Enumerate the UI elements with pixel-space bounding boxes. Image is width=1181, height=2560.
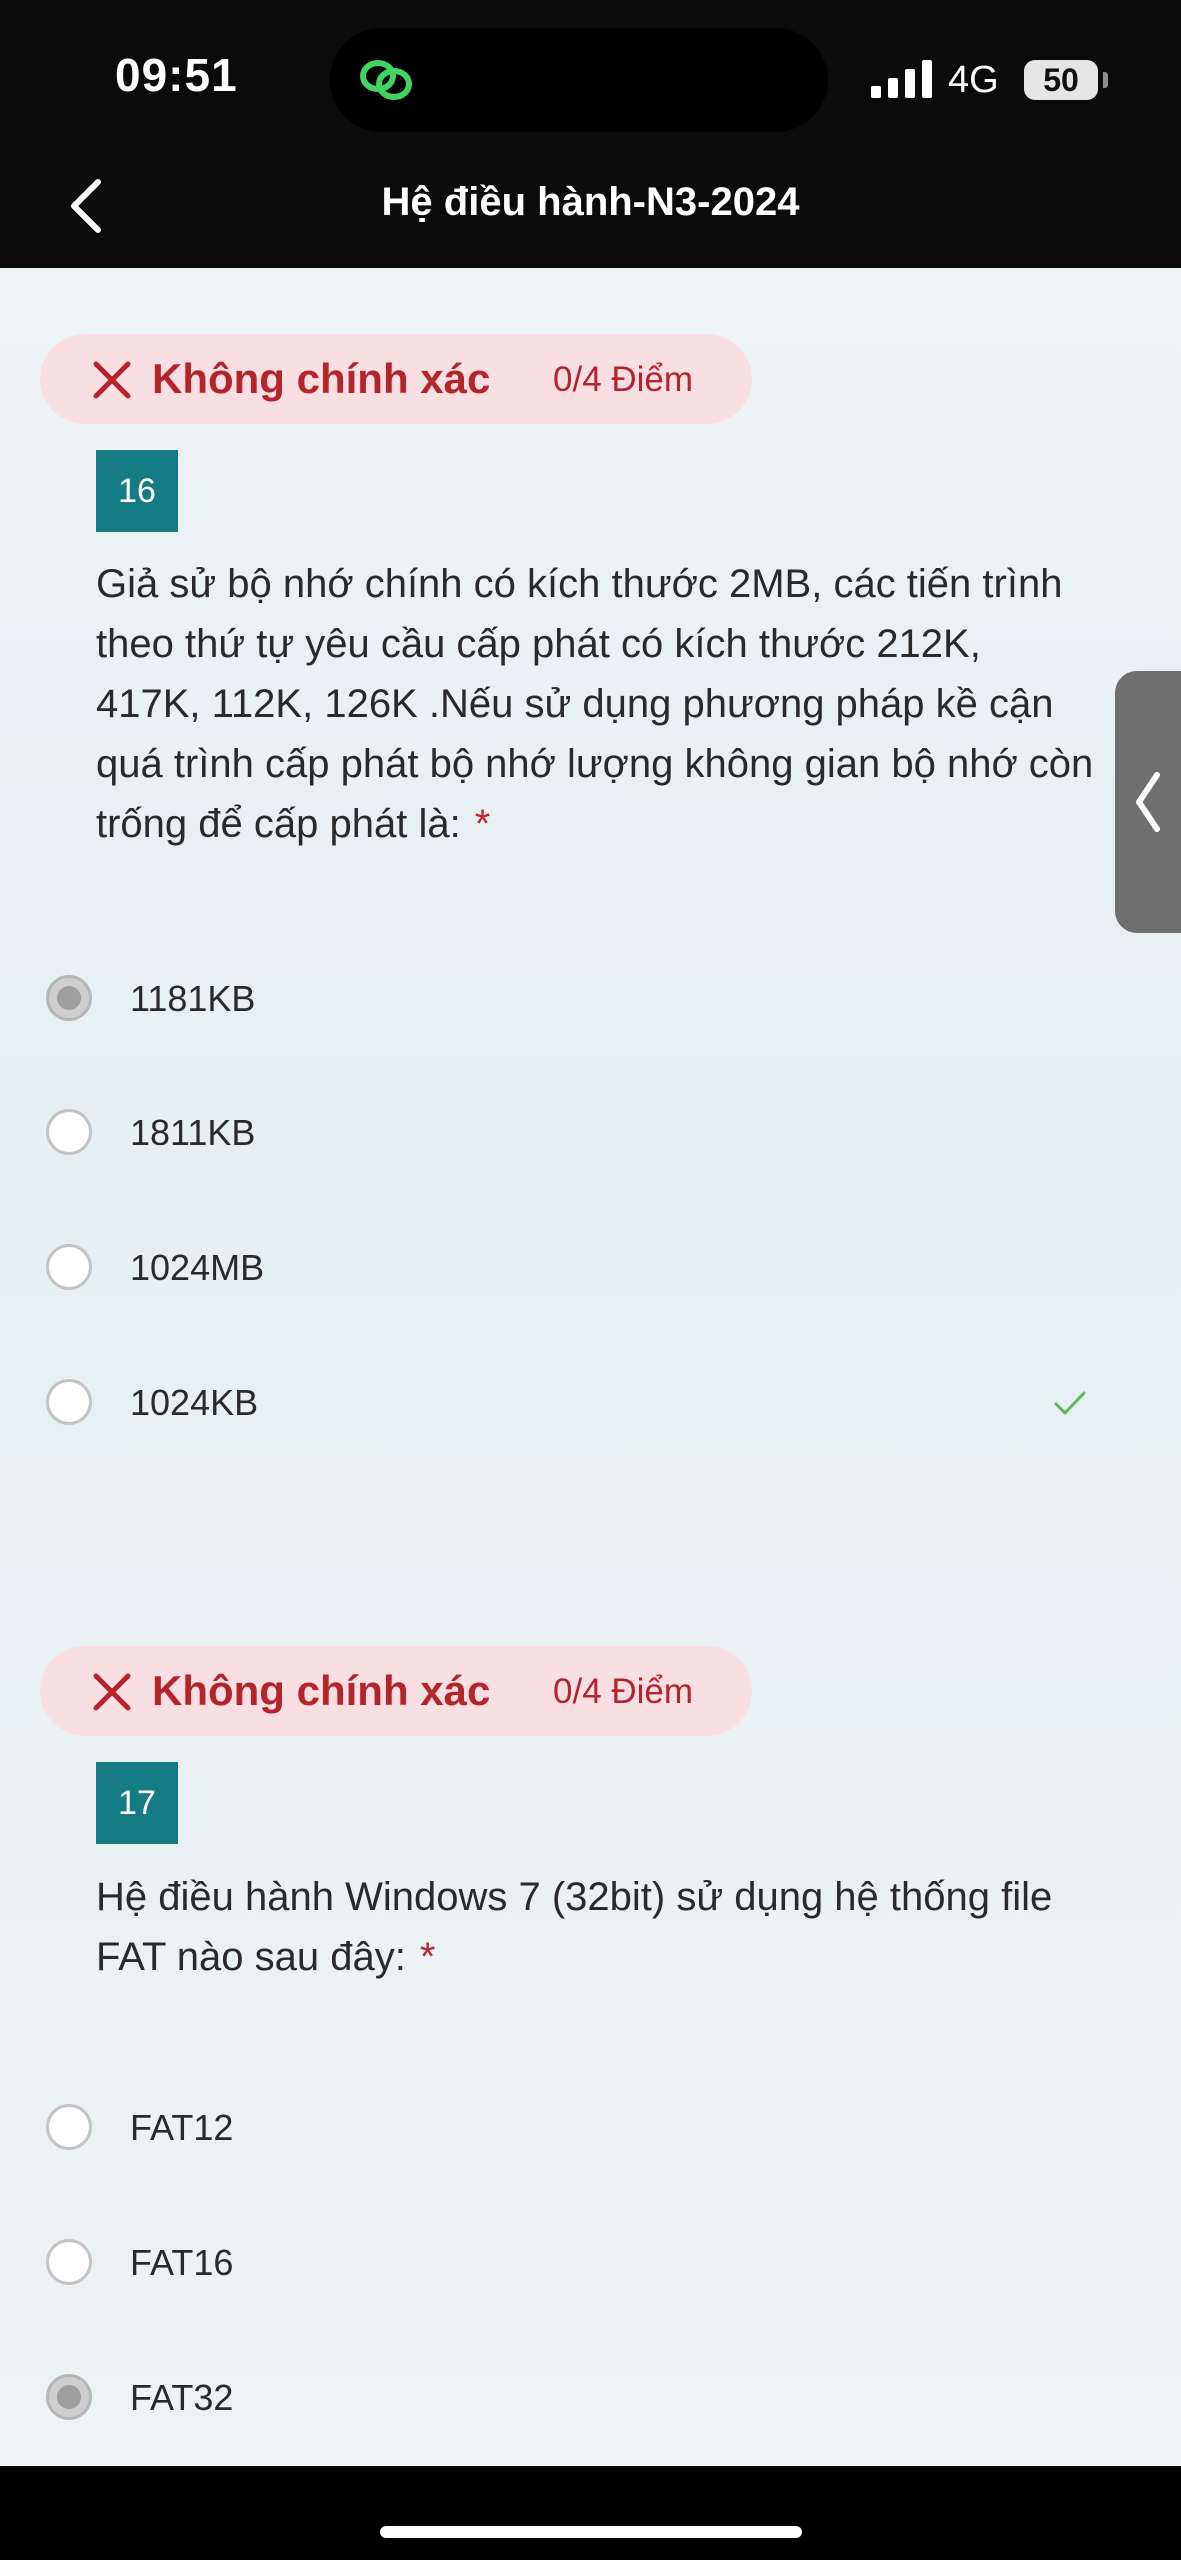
question-number: 17 [96, 1762, 178, 1844]
radio-button[interactable] [46, 1109, 92, 1155]
battery-icon: 50 [1024, 60, 1098, 100]
correct-check-icon [1054, 1391, 1086, 1415]
radio-button[interactable] [46, 1244, 92, 1290]
signal-icon [871, 60, 932, 98]
option-label: 1024KB [130, 1382, 259, 1423]
option-label: FAT32 [130, 2377, 234, 2418]
answer-option[interactable]: 1181KB [40, 961, 1100, 1041]
option-label: 1811KB [130, 1112, 256, 1153]
page-title: Hệ điều hành-N3-2024 [381, 180, 800, 224]
result-status: Không chính xác [152, 355, 491, 402]
option-label: 1024MB [130, 1247, 265, 1288]
radio-button-selected[interactable] [46, 975, 92, 1021]
home-indicator[interactable] [380, 2526, 802, 2538]
answer-option[interactable]: 1811KB [40, 1095, 1100, 1175]
bottom-bar [0, 2466, 1181, 2560]
option-label: FAT12 [130, 2107, 234, 2148]
quiz-content: Không chính xác 0/4 Điểm 16 Giả sử bộ nh… [0, 268, 1181, 2466]
result-score: 0/4 Điểm [553, 360, 694, 399]
radio-button-selected[interactable] [46, 2374, 92, 2420]
question-number: 16 [96, 450, 178, 532]
result-status: Không chính xác [152, 1667, 491, 1714]
status-time: 09:51 [115, 49, 238, 101]
close-icon [93, 361, 131, 399]
top-bar: 09:51 4G 50 Hệ điều hành-N3-2024 [0, 0, 1181, 268]
answer-option[interactable]: FAT16 [40, 2225, 1100, 2305]
radio-button[interactable] [46, 1379, 92, 1425]
answer-option[interactable]: FAT12 [40, 2090, 1100, 2170]
dynamic-island [330, 28, 828, 132]
close-icon [93, 1673, 131, 1711]
result-score: 0/4 Điểm [553, 1672, 694, 1711]
option-label: 1181KB [130, 978, 256, 1019]
result-badge: Không chính xác 0/4 Điểm [40, 1646, 752, 1736]
answer-option[interactable]: 1024MB [40, 1230, 1100, 1310]
question-body: Giả sử bộ nhớ chính có kích thước 2MB, c… [96, 562, 1094, 846]
answer-option[interactable] [40, 622, 1100, 702]
link-icon [360, 60, 412, 100]
chevron-left-icon [1136, 772, 1160, 832]
question-text: Hệ điều hành Windows 7 (32bit) sử dụng h… [96, 1867, 1076, 1987]
answer-option[interactable]: FAT32 [40, 2360, 1100, 2440]
radio-button[interactable] [46, 2104, 92, 2150]
required-mark: * [419, 1935, 436, 1979]
required-mark: * [474, 802, 491, 846]
result-badge: Không chính xác 0/4 Điểm [40, 334, 752, 424]
side-drawer-handle[interactable] [1115, 671, 1181, 933]
option-label: FAT16 [130, 2242, 234, 2283]
network-label: 4G [948, 59, 999, 101]
question-body: Hệ điều hành Windows 7 (32bit) sử dụng h… [96, 1875, 1053, 1979]
radio-button[interactable] [46, 2239, 92, 2285]
battery-tip [1103, 72, 1108, 88]
question-text: Giả sử bộ nhớ chính có kích thước 2MB, c… [96, 554, 1096, 854]
answer-option[interactable]: 1024KB [40, 1365, 1100, 1445]
